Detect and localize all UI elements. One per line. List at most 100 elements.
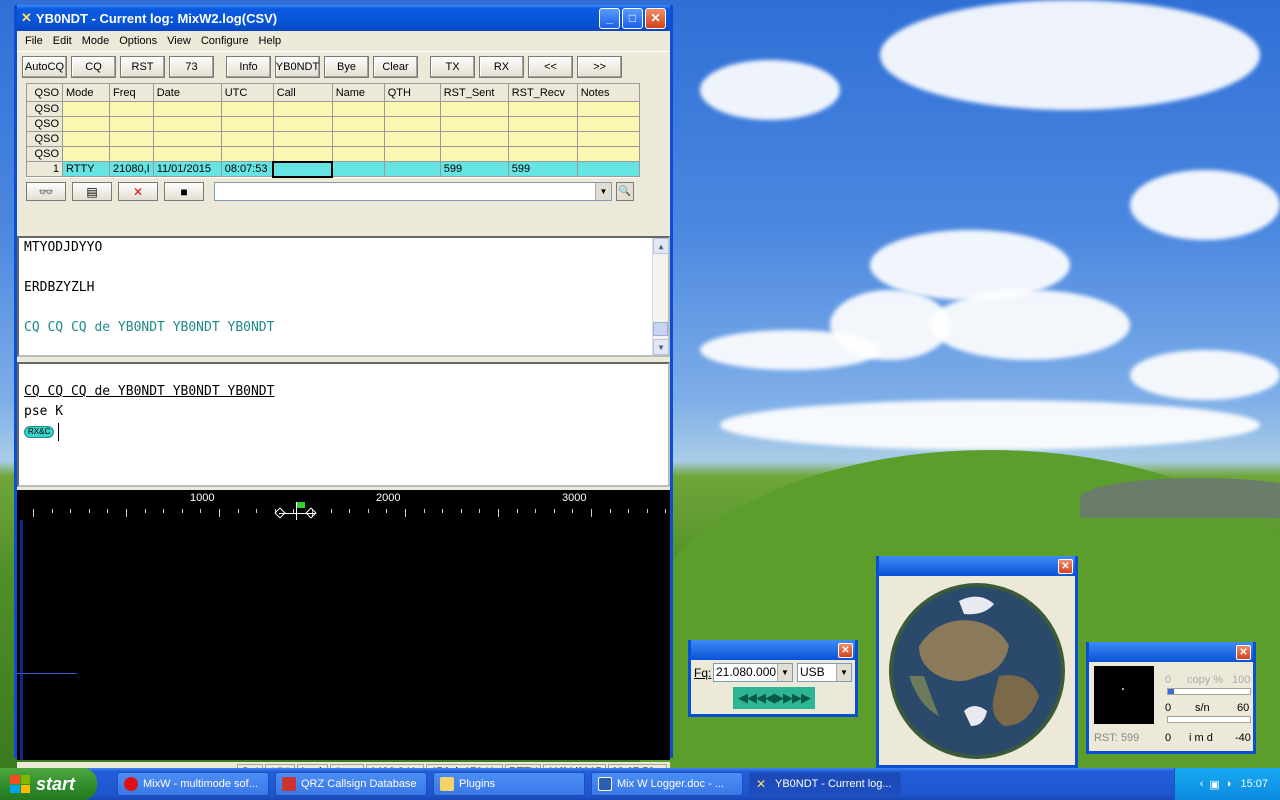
- tuning-marker-right[interactable]: [305, 507, 317, 519]
- close-icon[interactable]: ✕: [1058, 558, 1073, 574]
- col-call[interactable]: Call: [272, 83, 333, 102]
- clear-button[interactable]: Clear: [373, 55, 418, 78]
- col-utc[interactable]: UTC: [220, 83, 274, 102]
- menu-file[interactable]: File: [21, 35, 49, 47]
- flag-icon[interactable]: [297, 502, 305, 508]
- close-icon[interactable]: ✕: [838, 642, 853, 658]
- cq-button[interactable]: CQ: [71, 55, 116, 78]
- meter-title-bar[interactable]: ✕: [1089, 642, 1253, 662]
- cell-qth[interactable]: [383, 161, 441, 177]
- table-row[interactable]: QSO: [26, 101, 640, 117]
- close-icon[interactable]: ✕: [1236, 644, 1251, 660]
- sideband-select[interactable]: USB ▼: [797, 663, 852, 682]
- log-toolbar: 👓 ▤ ✕ ■ ▼ 🔍: [17, 180, 670, 204]
- task-plugins[interactable]: Plugins: [433, 772, 585, 796]
- callsign-button[interactable]: YB0NDT: [275, 55, 320, 78]
- start-button[interactable]: start: [0, 768, 97, 800]
- cell-call[interactable]: [272, 160, 334, 178]
- menu-configure[interactable]: Configure: [197, 35, 255, 47]
- cell-name[interactable]: [331, 161, 385, 177]
- col-freq[interactable]: Freq: [109, 83, 154, 102]
- receive-text-pane[interactable]: MTYODJDYYO ERDBZYZLH CQ CQ CQ de YB0NDT …: [17, 236, 670, 357]
- scroll-thumb[interactable]: [653, 322, 668, 336]
- volume-icon[interactable]: ◗: [1226, 778, 1233, 790]
- globe-map[interactable]: [879, 576, 1075, 765]
- 73-button[interactable]: 73: [169, 55, 214, 78]
- menu-view[interactable]: View: [163, 35, 197, 47]
- menu-mode[interactable]: Mode: [78, 35, 116, 47]
- freq-title-bar[interactable]: ✕: [691, 640, 855, 660]
- sn-label: s/n: [1195, 702, 1210, 714]
- prev-button[interactable]: <<: [528, 55, 573, 78]
- save-icon[interactable]: ■: [164, 182, 204, 201]
- autocq-button[interactable]: AutoCQ: [22, 55, 67, 78]
- rx-macro-tag[interactable]: RX&C: [24, 426, 55, 438]
- delete-icon[interactable]: ✕: [118, 182, 158, 201]
- chevron-down-icon[interactable]: ▼: [595, 183, 611, 200]
- chevron-down-icon[interactable]: ▼: [777, 664, 792, 681]
- globe-title-bar[interactable]: ✕: [879, 556, 1075, 576]
- cell-utc[interactable]: 08:07:53: [220, 161, 274, 177]
- current-qso-row[interactable]: 1 RTTY 21080,I 11/01/2015 08:07:53 599 5…: [26, 160, 640, 178]
- cloud: [930, 290, 1130, 360]
- cell-rst-recv[interactable]: 599: [507, 161, 578, 177]
- scroll-down-icon[interactable]: ▼: [653, 339, 669, 355]
- info-button[interactable]: Info: [226, 55, 271, 78]
- main-title-bar[interactable]: ✕ YB0NDT - Current log: MixW2.log(CSV) _…: [17, 5, 670, 31]
- cell-notes[interactable]: [576, 161, 640, 177]
- task-mixw-site[interactable]: MixW - multimode sof...: [117, 772, 269, 796]
- col-rst-recv[interactable]: RST_Recv: [507, 83, 578, 102]
- col-mode[interactable]: Mode: [62, 83, 110, 102]
- bye-button[interactable]: Bye: [324, 55, 369, 78]
- tx-line: pse K: [24, 404, 64, 419]
- col-name[interactable]: Name: [331, 83, 385, 102]
- cell-freq[interactable]: 21080,I: [109, 161, 154, 177]
- col-date[interactable]: Date: [152, 83, 222, 102]
- col-notes[interactable]: Notes: [576, 83, 640, 102]
- rx-button[interactable]: RX: [479, 55, 524, 78]
- row-label: QSO: [26, 116, 63, 132]
- windows-logo-icon: [10, 775, 30, 793]
- search-icon[interactable]: 🔍: [616, 182, 634, 201]
- meter-window: ✕ RST: 599 0 copy % 100 0 s/n 60 0 i m d…: [1086, 642, 1256, 754]
- search-combo[interactable]: ▼: [214, 182, 612, 201]
- table-row[interactable]: QSO: [26, 146, 640, 162]
- tx-button[interactable]: TX: [430, 55, 475, 78]
- word-doc-icon: [598, 777, 612, 791]
- col-qth[interactable]: QTH: [383, 83, 441, 102]
- tuning-marker-left[interactable]: [274, 507, 286, 519]
- menu-edit[interactable]: Edit: [49, 35, 78, 47]
- tuning-arrows[interactable]: ◀◀◀◀▶▶▶▶: [733, 687, 815, 709]
- rst-button[interactable]: RST: [120, 55, 165, 78]
- close-icon[interactable]: ✕: [645, 7, 666, 29]
- cell-rst-sent[interactable]: 599: [439, 161, 509, 177]
- scroll-up-icon[interactable]: ▲: [653, 238, 669, 254]
- chevron-down-icon[interactable]: ▼: [836, 664, 851, 681]
- network-icon[interactable]: ▣: [1209, 778, 1219, 791]
- cell-mode[interactable]: RTTY: [62, 161, 110, 177]
- col-qso[interactable]: QSO: [26, 83, 63, 102]
- transmit-text-pane[interactable]: CQ CQ CQ de YB0NDT YB0NDT YB0NDT pse K R…: [17, 362, 670, 487]
- cell-date[interactable]: 11/01/2015: [152, 161, 222, 177]
- minimize-icon[interactable]: _: [599, 7, 620, 29]
- task-qrz[interactable]: QRZ Callsign Database: [275, 772, 427, 796]
- col-rst-sent[interactable]: RST_Sent: [439, 83, 509, 102]
- rx-scrollbar[interactable]: ▲ ▼: [652, 238, 669, 355]
- binoculars-icon[interactable]: 👓: [26, 182, 66, 201]
- sn-max: 60: [1237, 702, 1250, 714]
- scale-tick: [256, 509, 258, 513]
- next-button[interactable]: >>: [577, 55, 622, 78]
- clock[interactable]: 15:07: [1240, 778, 1268, 790]
- waterfall-display[interactable]: 1000 2000 3000: [17, 490, 670, 760]
- freq-select[interactable]: 21.080.000 ▼: [713, 663, 793, 682]
- menu-help[interactable]: Help: [255, 35, 288, 47]
- task-mixw-log[interactable]: ✕ YB0NDT - Current log...: [749, 772, 901, 796]
- menu-options[interactable]: Options: [115, 35, 163, 47]
- task-word-doc[interactable]: Mix W Logger.doc - ...: [591, 772, 743, 796]
- tray-expand-icon[interactable]: ‹: [1200, 778, 1204, 790]
- card-icon[interactable]: ▤: [72, 182, 112, 201]
- table-row[interactable]: QSO: [26, 116, 640, 132]
- freq-label: Fq:: [694, 666, 712, 680]
- table-row[interactable]: QSO: [26, 131, 640, 147]
- maximize-icon[interactable]: □: [622, 7, 643, 29]
